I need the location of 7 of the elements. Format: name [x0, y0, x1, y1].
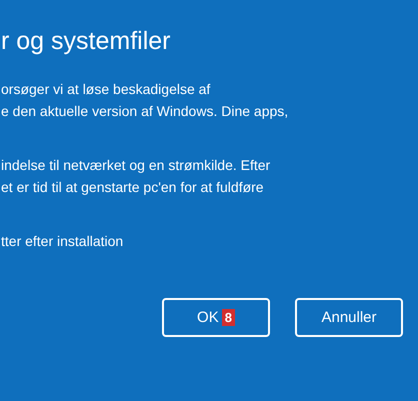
- dialog-text: indelse til netværket og en strømkilde. Efter et er tid til at genstarte pc'en for at fuldføre: [1, 156, 270, 197]
- dialog-text: tter efter installation: [1, 232, 124, 251]
- ok-button[interactable]: OK 8: [162, 298, 270, 337]
- number-badge: 8: [222, 309, 235, 326]
- dialog-title: r og systemfiler: [1, 26, 170, 57]
- cancel-button[interactable]: Annuller: [295, 298, 403, 337]
- dialog-text: orsøger vi at løse beskadigelse af e den aktuelle version af Windows. Dine apps,: [1, 80, 288, 121]
